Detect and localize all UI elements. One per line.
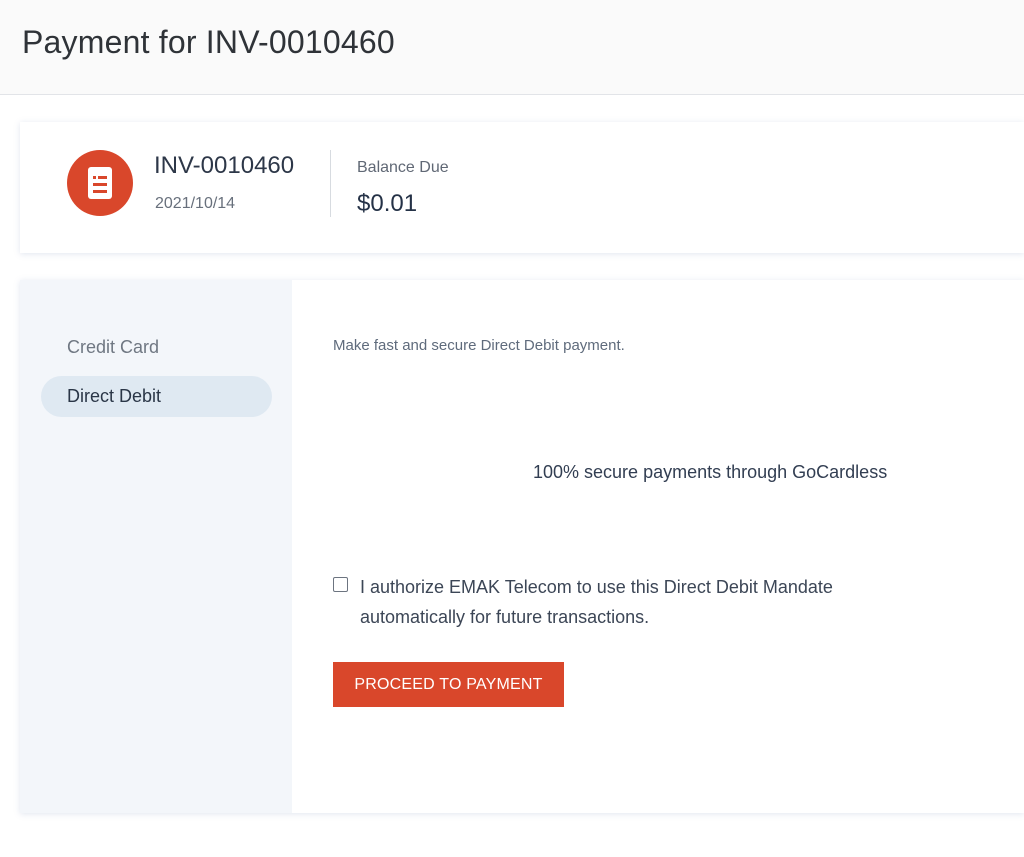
invoice-summary-card: INV-0010460 2021/10/14 Balance Due $0.01 xyxy=(20,122,1024,253)
proceed-to-payment-button[interactable]: PROCEED TO PAYMENT xyxy=(333,662,564,707)
balance-due-label: Balance Due xyxy=(357,159,449,176)
authorize-mandate-checkbox[interactable] xyxy=(333,577,348,592)
direct-debit-content: Make fast and secure Direct Debit paymen… xyxy=(292,280,1024,813)
invoice-number: INV-0010460 xyxy=(154,152,295,179)
balance-due-value: $0.01 xyxy=(357,190,418,217)
payment-panel: Credit Card Direct Debit Make fast and s… xyxy=(20,280,1024,813)
page-title: Payment for INV-0010460 xyxy=(22,24,395,60)
secure-payment-note: 100% secure payments through GoCardless xyxy=(533,462,888,482)
payment-method-credit-card[interactable]: Credit Card xyxy=(41,327,272,368)
payment-method-direct-debit[interactable]: Direct Debit xyxy=(41,376,272,417)
payment-method-sidebar: Credit Card Direct Debit xyxy=(20,280,292,813)
direct-debit-intro: Make fast and secure Direct Debit paymen… xyxy=(333,337,625,354)
invoice-date: 2021/10/14 xyxy=(155,195,236,212)
document-icon xyxy=(67,150,133,216)
document-icon-glyph xyxy=(88,167,112,199)
page-header: Payment for INV-0010460 xyxy=(0,0,1024,95)
summary-divider xyxy=(330,150,331,217)
authorize-mandate-label: I authorize EMAK Telecom to use this Dir… xyxy=(360,577,833,627)
